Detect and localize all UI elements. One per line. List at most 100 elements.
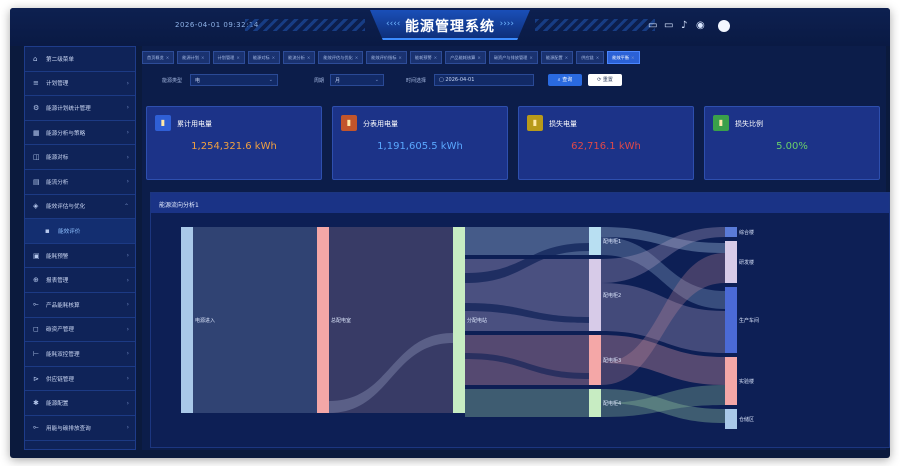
home-icon: ⌂: [33, 54, 38, 63]
sidebar: ⌂ 第二级菜单 ≡ 计划管理 › ⚙ 能源计划统计管理 › ▦ 能源分析与策略 › ◫ 能源对标 › ▤ 能流…: [24, 46, 136, 450]
tab[interactable]: 能耗预警 ×: [409, 51, 443, 64]
tab[interactable]: 能效平衡 ×: [607, 51, 640, 64]
tab-label: 能效评估与优化: [323, 54, 353, 60]
close-icon[interactable]: ×: [434, 55, 438, 60]
flow-node[interactable]: [725, 241, 737, 283]
monitor-icon[interactable]: ▭: [648, 21, 657, 31]
sidebar-item[interactable]: ⟜ 产品能耗核算 ›: [25, 293, 135, 318]
user-avatar[interactable]: [718, 20, 730, 32]
sidebar-item-label: 能耗预警: [46, 253, 69, 260]
tab[interactable]: 产品能耗核算 ×: [445, 51, 486, 64]
tab-label: 能效评价指标: [371, 54, 397, 60]
tab[interactable]: 计划管理 ×: [212, 51, 245, 64]
sidebar-item-label: 用能与碳排放查询: [46, 425, 91, 432]
close-icon[interactable]: ×: [398, 55, 402, 60]
query-button[interactable]: ⌕ 查询: [548, 74, 582, 86]
query-label: 查询: [562, 77, 573, 83]
tab[interactable]: 能源计划 ×: [177, 51, 210, 64]
chevron-icon: ›: [126, 350, 129, 358]
sidebar-item[interactable]: ≡ 计划管理 ›: [25, 72, 135, 97]
sidebar-item[interactable]: ◻ 碳资产管理 ›: [25, 318, 135, 343]
flow-node[interactable]: [589, 335, 601, 385]
tab[interactable]: 碳资产与排放管理 ×: [488, 51, 538, 64]
stat-card: ▮ 损失电量 62,716.1 kWh: [518, 106, 694, 180]
energy-flow-panel: 能源流向分析1 电源进入 总配电室 分配电站 配电柜1 配电柜2 配电柜3 配电柜4 综合楼研…: [150, 192, 890, 448]
bell-icon[interactable]: ♪: [681, 21, 687, 31]
sidebar-item[interactable]: ⚙ 能源计划统计管理 ›: [25, 96, 135, 121]
energy-type-select[interactable]: 电 ⌄: [190, 74, 278, 86]
title-plate: ‹‹‹‹ 能源管理系统 ››››: [370, 10, 530, 40]
flow-node-label: 仓储区: [739, 416, 754, 423]
stat-title: 累计用电量: [177, 120, 212, 128]
flow-node[interactable]: [453, 227, 465, 413]
query-icon: ⟜: [33, 423, 39, 432]
close-icon[interactable]: ×: [272, 55, 276, 60]
sidebar-item-label: 能源配置: [46, 401, 69, 408]
tab[interactable]: 供应链 ×: [576, 51, 605, 64]
stat-value: 5.00%: [776, 141, 808, 152]
close-icon[interactable]: ×: [307, 55, 311, 60]
sidebar-item-label: 能源分析与策略: [46, 130, 86, 137]
close-icon[interactable]: ×: [565, 55, 569, 60]
chevron-icon: ›: [126, 424, 129, 432]
sidebar-item[interactable]: ✱ 能源配置 ›: [25, 391, 135, 416]
sidebar-item[interactable]: ⊳ 供应链管理 ›: [25, 367, 135, 392]
flow-node[interactable]: [589, 227, 601, 255]
flow-node[interactable]: [725, 409, 737, 429]
sidebar-item[interactable]: ⊕ 报表管理 ›: [25, 268, 135, 293]
flow-node[interactable]: [725, 227, 737, 237]
tab[interactable]: 能效评价指标 ×: [366, 51, 407, 64]
flow-node[interactable]: [589, 389, 601, 417]
sidebar-item[interactable]: ◫ 能源对标 ›: [25, 145, 135, 170]
close-icon[interactable]: ×: [529, 55, 533, 60]
chevron-icon: ›: [126, 104, 129, 112]
sidebar-item-label: 能效评估与优化: [46, 204, 86, 211]
reset-button[interactable]: ⟳ 重置: [588, 74, 622, 86]
stat-value: 1,191,605.5 kWh: [377, 141, 463, 152]
carbon-icon: ◻: [33, 325, 39, 334]
tab[interactable]: 首页概览 ×: [142, 51, 175, 64]
stat-value: 62,716.1 kWh: [571, 141, 641, 152]
stat-card: ▮ 分表用电量 1,191,605.5 kWh: [332, 106, 508, 180]
sidebar-item-label: 能源计划统计管理: [46, 105, 91, 112]
flow-node[interactable]: [725, 287, 737, 353]
date-picker[interactable]: ▢ 2026-04-01: [434, 74, 534, 86]
close-icon[interactable]: ×: [236, 55, 240, 60]
tab-label: 首页概览: [147, 54, 164, 60]
close-icon[interactable]: ×: [201, 55, 205, 60]
filter-bar: 能源类型 电 ⌄ 周期 月 ⌄ 时间选择 ▢ 2026-04-01 ⌕ 查询 ⟳…: [142, 66, 886, 94]
sidebar-item[interactable]: ⊢ 能耗双控管理 ›: [25, 342, 135, 367]
tab[interactable]: 能效评估与优化 ×: [318, 51, 364, 64]
sidebar-item[interactable]: ◈ 能效评估与优化 ⌃: [25, 195, 135, 220]
flow-node-label: 配电柜2: [603, 292, 621, 299]
sidebar-item-label: 报表管理: [46, 278, 69, 285]
stat-card: ▮ 损失比例 5.00%: [704, 106, 880, 180]
close-icon[interactable]: ×: [355, 55, 359, 60]
sidebar-item[interactable]: ▤ 能流分析 ›: [25, 170, 135, 195]
flow-node[interactable]: [725, 357, 737, 405]
tab[interactable]: 能流分析 ×: [283, 51, 316, 64]
sidebar-item[interactable]: ▣ 能耗预警 ›: [25, 244, 135, 269]
close-icon[interactable]: ×: [631, 55, 635, 60]
sidebar-item[interactable]: ⌂ 第二级菜单: [25, 47, 135, 72]
close-icon[interactable]: ×: [166, 55, 170, 60]
bar-chart-icon: ▮: [155, 115, 171, 131]
flow-node[interactable]: [181, 227, 193, 413]
flow-node[interactable]: [317, 227, 329, 413]
flow-node[interactable]: [589, 259, 601, 331]
sidebar-item[interactable]: ⟜ 用能与碳排放查询 ›: [25, 416, 135, 441]
tab-label: 能效平衡: [612, 54, 630, 60]
display-icon[interactable]: ▭: [664, 21, 673, 31]
close-icon[interactable]: ×: [596, 55, 600, 60]
header-decor-right: [535, 19, 655, 31]
period-select[interactable]: 月 ⌄: [330, 74, 384, 86]
sidebar-item[interactable]: ▪ 能效评价: [25, 219, 135, 244]
tab[interactable]: 能源配置 ×: [540, 51, 574, 64]
help-icon[interactable]: ◉: [696, 21, 705, 31]
sidebar-item-label: 产品能耗核算: [46, 302, 80, 309]
chevron-icon: ›: [126, 325, 129, 333]
tab[interactable]: 能源对标 ×: [247, 51, 281, 64]
close-icon[interactable]: ×: [477, 55, 481, 60]
sidebar-item[interactable]: ▦ 能源分析与策略 ›: [25, 121, 135, 146]
period-value: 月: [335, 78, 341, 84]
